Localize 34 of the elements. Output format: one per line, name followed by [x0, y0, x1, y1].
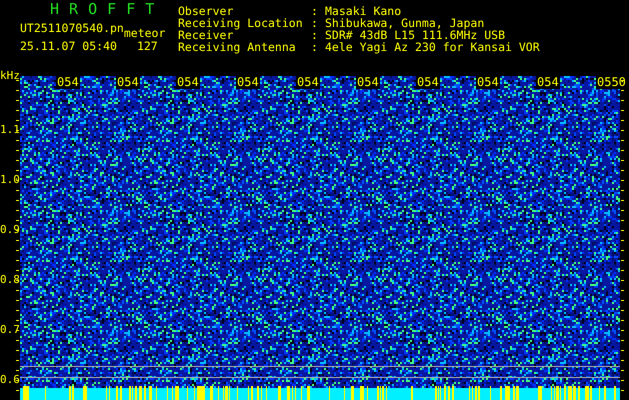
frequency-label: 0.7 — [0, 324, 20, 336]
timestamp: 25.11.07 05:40 — [20, 39, 117, 53]
time-label: 054 — [356, 76, 380, 89]
time-label: 054 — [236, 76, 260, 89]
info-label: Receiver — [178, 29, 234, 41]
info-value: Masaki Kano — [325, 5, 402, 17]
info-value: SDR# 43dB L15 111.6MHz USB — [325, 29, 506, 41]
app-title: H R O F F T — [50, 2, 155, 17]
info-label: Observer — [178, 5, 234, 17]
frequency-label: 0.6 — [0, 374, 20, 386]
time-label: 054 — [296, 76, 320, 89]
mode-label: meteor — [124, 26, 166, 40]
time-label: 054 — [176, 76, 200, 89]
info-separator: : — [311, 41, 319, 53]
frequency-label: 1.0 — [0, 174, 20, 186]
info-label: Receiving Location — [178, 17, 304, 29]
frequency-label: 0.8 — [0, 274, 20, 286]
time-label: 054 — [416, 76, 440, 89]
info-separator: : — [311, 29, 319, 41]
time-label: 0550 — [596, 76, 627, 89]
file-name: UT2511070540.pn — [20, 21, 124, 35]
time-label: 054 — [116, 76, 140, 89]
time-label: 054 — [476, 76, 500, 89]
unit-label: kHz — [0, 70, 20, 82]
count-value: 127 — [136, 39, 158, 53]
info-value: Shibukawa, Gunma, Japan — [325, 17, 486, 29]
time-label: 054 — [56, 76, 80, 89]
info-separator: : — [311, 17, 319, 29]
frequency-label: 1.1 — [0, 124, 20, 136]
frequency-label: 0.9 — [0, 224, 20, 236]
info-value: 4ele Yagi Az 230 for Kansai VOR — [325, 41, 540, 53]
info-separator: : — [311, 5, 319, 17]
time-label: 054 — [536, 76, 560, 89]
info-label: Receiving Antenna — [178, 41, 297, 53]
